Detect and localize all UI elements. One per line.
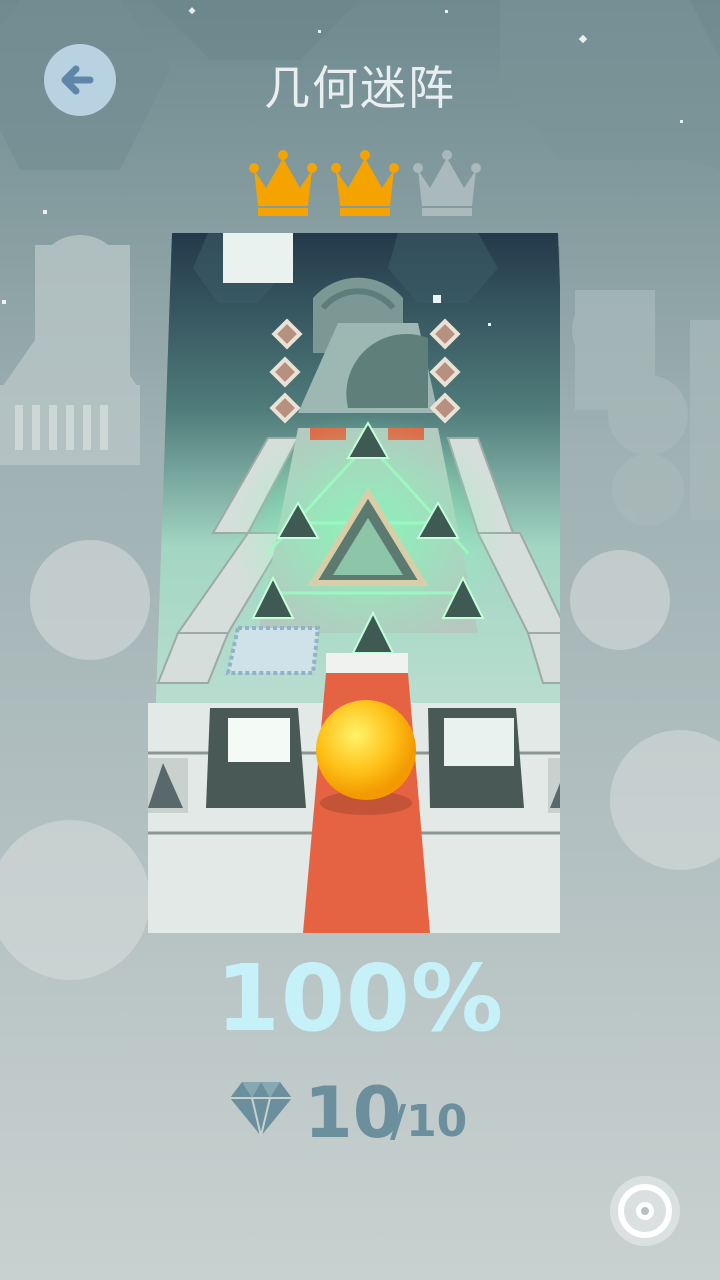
crown-empty-icon xyxy=(413,150,481,216)
vinyl-disc-icon xyxy=(610,1176,680,1246)
gems-total: /10 xyxy=(390,1096,468,1147)
gem-counter: 10 /10 xyxy=(228,1072,528,1154)
level-preview-card[interactable] xyxy=(148,233,560,933)
gems-collected: 10 xyxy=(304,1072,402,1154)
crown-icon xyxy=(249,150,317,216)
crown-rating xyxy=(249,150,481,216)
progress-percentage: 100% xyxy=(215,945,505,1052)
music-button[interactable] xyxy=(610,1176,680,1246)
level-title: 几何迷阵 xyxy=(264,61,456,115)
crown-icon xyxy=(331,150,399,216)
diamond-icon xyxy=(230,1082,292,1137)
player-ball xyxy=(316,700,416,800)
